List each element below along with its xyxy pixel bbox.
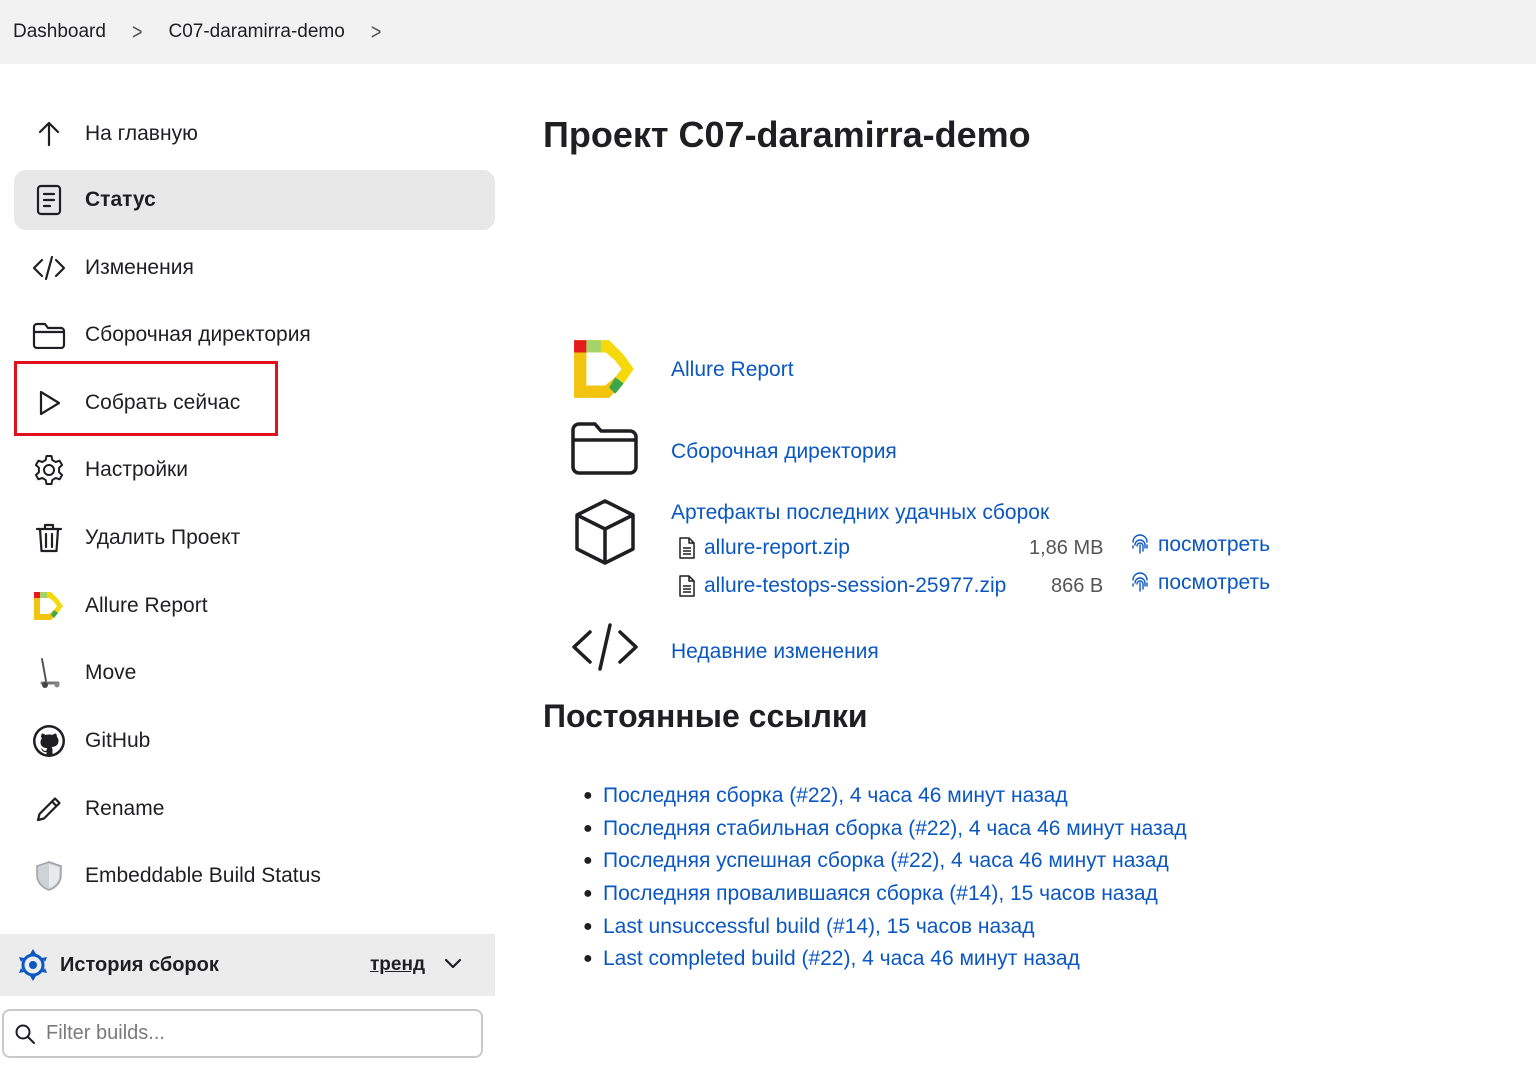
view-label: посмотреть (1158, 571, 1271, 594)
chevron-right-icon[interactable]: > (371, 18, 382, 45)
list-item: ● Last unsuccessful build (#14), 15 часов… (583, 914, 1035, 939)
fingerprint-icon (1130, 572, 1150, 594)
trash-icon (32, 521, 66, 555)
breadcrumb-dashboard[interactable]: Dashboard (13, 21, 106, 43)
sidebar-item-settings[interactable]: Настройки (14, 440, 495, 500)
sidebar-item-build-now[interactable]: Собрать сейчас (14, 373, 495, 433)
list-item: ● Последняя успешная сборка (#22), 4 часа… (583, 849, 1169, 873)
sidebar-item-label: На главную (85, 122, 198, 145)
permalink[interactable]: Последняя стабильная сборка (#22), 4 час… (603, 817, 1187, 841)
chevron-right-icon: > (131, 18, 143, 45)
list-item: ● Последняя провалившаяся сборка (#14), 1… (583, 882, 1158, 906)
filter-builds (2, 1009, 483, 1058)
sidebar-item-label: GitHub (85, 729, 151, 752)
list-item: ● Last completed build (#22), 4 часа 46 м… (583, 947, 1080, 971)
permalinks-list: ● Последняя сборка (#22), 4 часа 46 минут… (583, 780, 1187, 976)
artifact-file-link[interactable]: allure-report.zip (704, 536, 850, 560)
build-history-header: История сборок тренд (0, 934, 495, 996)
sidebar-item-label: Статус (85, 188, 156, 211)
breadcrumb: Dashboard > C07-daramirra-demo > (0, 0, 1536, 64)
permalink[interactable]: Last unsuccessful build (#14), 15 часов … (603, 915, 1034, 939)
sidebar-item-label: Move (85, 661, 137, 684)
permalink[interactable]: Последняя провалившаяся сборка (#14), 15… (603, 882, 1158, 906)
sidebar-item-label: Изменения (85, 256, 194, 279)
sidebar-item-build-status[interactable]: Embeddable Build Status (14, 846, 495, 906)
pencil-icon (32, 792, 66, 826)
sidebar-item-move[interactable]: Move (14, 643, 495, 703)
breadcrumb-project[interactable]: C07-daramirra-demo (168, 21, 344, 43)
permalink[interactable]: Последняя успешная сборка (#22), 4 часа … (603, 849, 1169, 873)
permalinks-title: Постоянные ссылки (543, 698, 868, 734)
artifact-view-link[interactable]: посмотреть (1130, 533, 1270, 557)
page-title: Проект C07-daramirra-demo (543, 114, 1031, 155)
arrow-up-icon (32, 117, 66, 151)
sidebar-item-home[interactable]: На главную (14, 104, 495, 164)
filter-builds-input[interactable] (44, 1021, 448, 1046)
sidebar-item-allure[interactable]: Allure Report (14, 576, 495, 636)
sidebar-item-status[interactable]: Статус (14, 170, 495, 230)
play-icon (32, 386, 66, 420)
sidebar-item-label: Allure Report (85, 594, 208, 617)
sidebar-item-label: Rename (85, 797, 165, 820)
document-icon (32, 183, 66, 217)
permalink[interactable]: Последняя сборка (#22), 4 часа 46 минут … (603, 784, 1068, 808)
artifact-view-link[interactable]: посмотреть (1130, 571, 1270, 595)
sidebar-item-label: Удалить Проект (85, 526, 241, 549)
allure-logo-icon (32, 589, 66, 623)
sidebar-item-label: Настройки (85, 458, 188, 481)
artifacts-link[interactable]: Артефакты последних удачных сборок (671, 501, 1049, 525)
github-icon (32, 724, 66, 758)
file-icon (678, 575, 696, 597)
view-label: посмотреть (1158, 533, 1271, 556)
folder-icon (570, 420, 640, 476)
artifact-row: allure-testops-session-25977.zip (678, 571, 1006, 601)
sidebar-item-github[interactable]: GitHub (14, 711, 495, 771)
artifact-file-link[interactable]: allure-testops-session-25977.zip (704, 574, 1006, 598)
permalink[interactable]: Last completed build (#22), 4 часа 46 ми… (603, 947, 1080, 971)
file-icon (678, 537, 696, 559)
package-icon (570, 498, 640, 566)
sidebar-item-label: Embeddable Build Status (85, 864, 321, 887)
allure-logo-icon (570, 338, 640, 400)
build-history-title: История сборок (60, 953, 219, 976)
recent-changes-link[interactable]: Недавние изменения (671, 640, 879, 664)
allure-report-link[interactable]: Allure Report (671, 358, 794, 382)
gear-icon (32, 453, 66, 487)
sidebar-item-delete[interactable]: Удалить Проект (14, 508, 495, 568)
build-history-icon (16, 948, 50, 982)
code-icon (32, 251, 66, 285)
move-icon (32, 656, 66, 690)
fingerprint-icon (1130, 534, 1150, 556)
list-item: ● Последняя сборка (#22), 4 часа 46 минут… (583, 784, 1068, 808)
sidebar-item-changes[interactable]: Изменения (14, 238, 495, 298)
workspace-link[interactable]: Сборочная директория (671, 440, 897, 464)
trend-link[interactable]: тренд (370, 954, 425, 976)
search-icon (14, 1023, 36, 1045)
sidebar-item-label: Сборочная директория (85, 323, 311, 346)
shield-icon (32, 859, 66, 893)
artifact-size: 866 B (1051, 575, 1104, 597)
folder-icon (32, 318, 66, 352)
sidebar-item-workspace[interactable]: Сборочная директория (14, 305, 495, 365)
list-item: ● Последняя стабильная сборка (#22), 4 ча… (583, 816, 1187, 841)
sidebar-item-rename[interactable]: Rename (14, 779, 495, 839)
artifact-size: 1,86 MB (1029, 537, 1104, 559)
chevron-down-icon[interactable] (442, 952, 464, 979)
code-icon (570, 622, 640, 672)
sidebar-item-label: Собрать сейчас (85, 391, 241, 414)
sidebar: На главную Статус Изменения Сборочная ди… (0, 64, 500, 1075)
artifact-row: allure-report.zip (678, 533, 850, 563)
